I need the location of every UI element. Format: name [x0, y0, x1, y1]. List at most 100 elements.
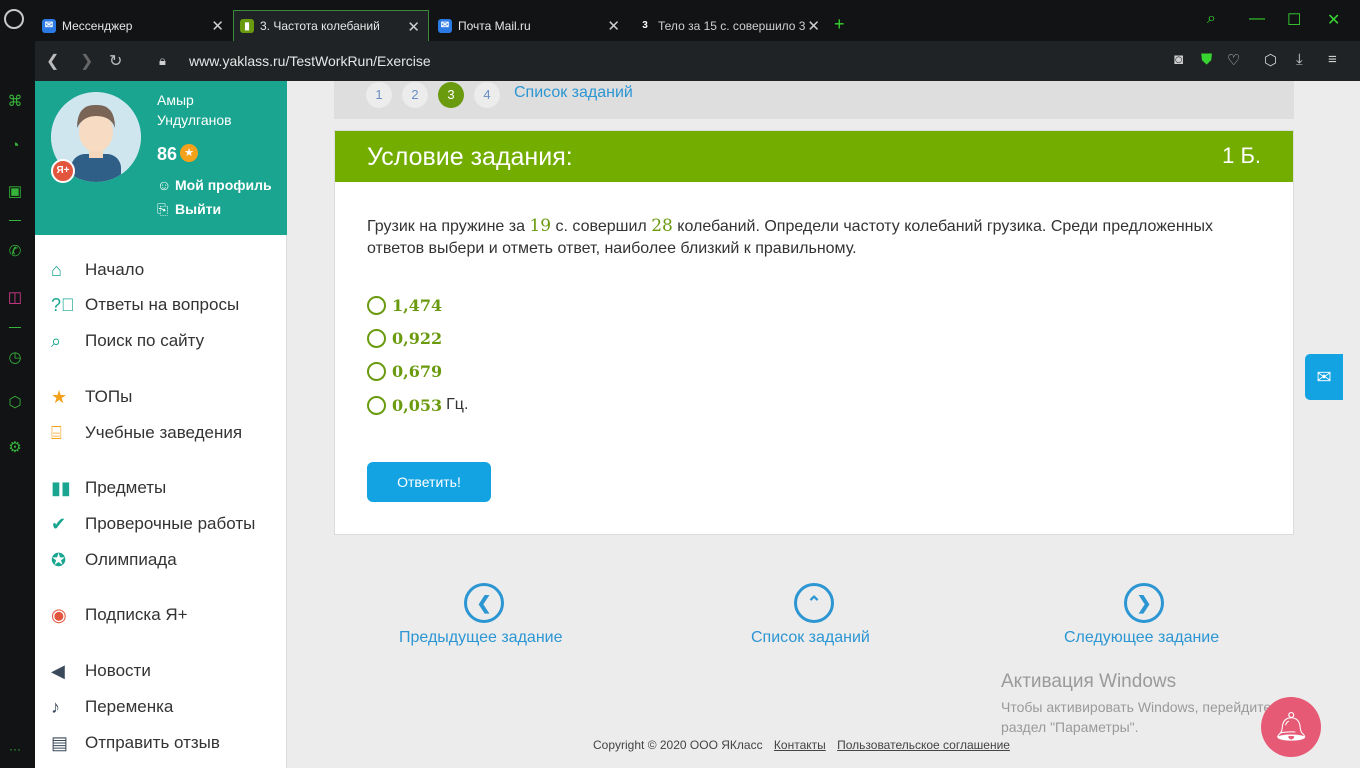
footer: Copyright © 2020 ООО ЯКласс Контакты Пол…: [593, 738, 1010, 752]
cube-icon[interactable]: ⬡: [5, 393, 25, 413]
close-icon[interactable]: ✕: [211, 17, 224, 35]
logout-label: Выйти: [175, 201, 222, 217]
user-last-name[interactable]: Ундулганов: [157, 112, 232, 128]
my-profile-link[interactable]: ☺ Мой профиль: [157, 177, 272, 193]
answer-option-3[interactable]: 0,679: [367, 360, 442, 382]
settings-icon[interactable]: ⚙: [5, 438, 25, 458]
menu-label: Переменка: [85, 697, 174, 716]
task-list-link[interactable]: Список заданий: [514, 84, 633, 102]
task-time-value: 19: [529, 216, 552, 236]
messenger-icon: ✉: [42, 18, 56, 33]
windows-line-1: Чтобы активировать Windows, перейдите: [1001, 699, 1272, 715]
answer-option-4[interactable]: 0,053 Гц.: [367, 394, 468, 416]
speed-dial-icon[interactable]: ◔: [5, 137, 25, 157]
menu-item-tests[interactable]: ✔ Проверочные работы: [51, 510, 255, 538]
menu-item-home[interactable]: ⌂ Начало: [51, 256, 144, 284]
answer-button[interactable]: Ответить!: [367, 462, 491, 502]
tab-current[interactable]: ▮ 3. Частота колебаний ✕: [233, 10, 429, 41]
menu-icon[interactable]: ≡: [1328, 51, 1337, 68]
notification-bell-icon[interactable]: 🔔︎: [1261, 697, 1321, 757]
answer-option-2[interactable]: 0,922: [367, 327, 442, 349]
menu-label: Олимпиада: [85, 550, 177, 569]
tab-mail[interactable]: ✉ Почта Mail.ru ✕: [432, 10, 628, 41]
gamepad-icon[interactable]: ⌘: [5, 92, 25, 112]
copyright: Copyright © 2020 ООО ЯКласс: [593, 738, 763, 752]
whatsapp-icon[interactable]: ✆: [5, 242, 25, 262]
task-list-icon[interactable]: ⌃: [794, 583, 834, 623]
option-value: 0,679: [392, 361, 443, 381]
radio-button[interactable]: [367, 361, 386, 381]
url-field[interactable]: www.yaklass.ru/TestWorkRun/Exercise: [189, 53, 431, 69]
star-icon: ★: [180, 144, 198, 162]
logout-link[interactable]: ⎘ Выйти: [157, 201, 221, 218]
my-profile-label: Мой профиль: [175, 177, 272, 193]
forward-icon[interactable]: ❯: [80, 51, 93, 71]
menu-label: Подписка Я+: [85, 605, 188, 624]
menu-item-tops[interactable]: ★ ТОПы: [51, 383, 132, 411]
page-4-button[interactable]: 4: [474, 82, 500, 108]
task-list-bottom-link[interactable]: Список заданий: [751, 629, 870, 647]
radio-button[interactable]: [367, 295, 386, 315]
camera-icon[interactable]: ◙: [1174, 51, 1183, 68]
next-task-icon[interactable]: ❯: [1124, 583, 1164, 623]
menu-item-olympiad[interactable]: ✪ Олимпиада: [51, 546, 177, 574]
search-icon[interactable]: ⌕: [1207, 10, 1216, 28]
menu-item-news[interactable]: ◀ Новости: [51, 657, 151, 685]
reload-icon[interactable]: ↻: [109, 51, 122, 71]
option-value: 0,922: [392, 328, 443, 348]
more-icon[interactable]: ···: [5, 742, 25, 762]
opera-logo-icon[interactable]: [4, 9, 24, 29]
menu-item-search[interactable]: ⌕ Поиск по сайту: [51, 327, 204, 355]
feedback-mail-icon[interactable]: ✉: [1305, 354, 1343, 400]
maximize-icon[interactable]: ☐: [1287, 10, 1301, 30]
close-icon[interactable]: ✕: [807, 17, 820, 35]
option-value: 1,474: [392, 295, 443, 315]
menu-item-subscription[interactable]: ◉ Подписка Я+: [51, 601, 188, 629]
menu-label: Учебные заведения: [85, 423, 243, 442]
prev-task-icon[interactable]: ❮: [464, 583, 504, 623]
next-task-link[interactable]: Следующее задание: [1064, 629, 1219, 647]
page-3-button[interactable]: 3: [438, 82, 464, 108]
instagram-icon[interactable]: ◫: [5, 288, 25, 308]
menu-item-break[interactable]: ♪ Переменка: [51, 693, 173, 721]
menu-item-institutions[interactable]: ⌸ Учебные заведения: [51, 419, 242, 447]
page-1-button[interactable]: 1: [366, 82, 392, 108]
task-count-value: 28: [651, 216, 673, 236]
download-icon[interactable]: ⤓: [1296, 51, 1303, 68]
user-first-name[interactable]: Амыр: [157, 92, 194, 108]
close-window-icon[interactable]: ✕: [1327, 10, 1340, 30]
institution-icon: ⌸: [51, 422, 62, 443]
shield-icon[interactable]: ⛊: [1201, 51, 1212, 68]
answer-option-1[interactable]: 1,474: [367, 294, 442, 316]
radio-button[interactable]: [367, 328, 386, 348]
close-icon[interactable]: ✕: [407, 18, 420, 36]
menu-item-subjects[interactable]: ▮▮ Предметы: [51, 474, 166, 502]
task-text-part: Грузик на пружине за: [367, 218, 530, 235]
radio-button[interactable]: [367, 395, 386, 415]
site-icon: 3: [638, 18, 652, 33]
new-tab-icon[interactable]: +: [834, 14, 845, 35]
tab-messenger[interactable]: ✉ Мессенджер ✕: [36, 10, 232, 41]
menu-label: Ответы на вопросы: [85, 295, 240, 314]
menu-label: Поиск по сайту: [85, 331, 205, 350]
history-icon[interactable]: ◷: [5, 348, 25, 368]
task-card: Условие задания: 1 Б. Грузик на пружине …: [334, 130, 1294, 535]
agreement-link[interactable]: Пользовательское соглашение: [837, 738, 1010, 752]
heart-icon[interactable]: ♡: [1227, 51, 1240, 69]
box-icon[interactable]: ⬡: [1264, 51, 1277, 69]
prev-task-link[interactable]: Предыдущее задание: [399, 629, 562, 647]
back-icon[interactable]: ❮: [46, 51, 59, 71]
twitch-icon[interactable]: ▣: [5, 182, 25, 202]
tab-answers[interactable]: 3 Тело за 15 с. совершило 3 ✕: [632, 10, 828, 41]
menu-item-answers[interactable]: ?⃝ Ответы на вопросы: [51, 291, 239, 319]
task-text-part: с. совершил: [551, 218, 652, 235]
menu-item-feedback[interactable]: ▤ Отправить отзыв: [51, 729, 220, 757]
page-2-button[interactable]: 2: [402, 82, 428, 108]
minimize-icon[interactable]: —: [1249, 10, 1265, 28]
bell-icon: ♪: [51, 696, 60, 717]
menu-label: Проверочные работы: [85, 514, 256, 533]
browser-sidebar: ⌘ ◔ ▣ ✆ ◫ ◷ ⬡ ⚙ ···: [0, 41, 35, 768]
contacts-link[interactable]: Контакты: [774, 738, 826, 752]
close-icon[interactable]: ✕: [607, 17, 620, 35]
user-icon: ☺: [157, 177, 172, 193]
